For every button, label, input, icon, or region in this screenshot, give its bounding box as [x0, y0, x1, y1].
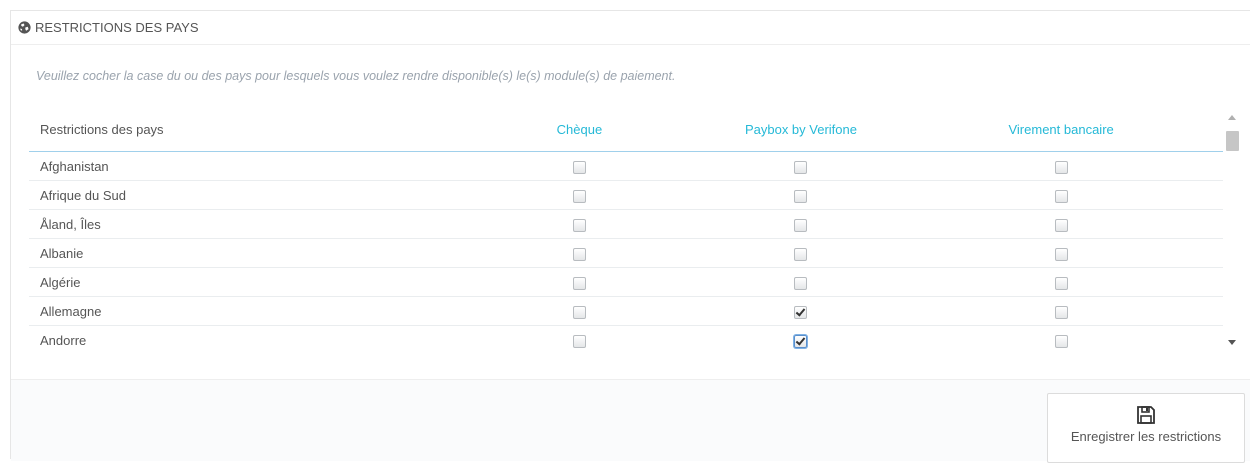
- country-name: Allemagne: [29, 296, 448, 326]
- checkbox-virement[interactable]: [1054, 218, 1068, 232]
- panel-footer: Enregistrer les restrictions: [11, 379, 1250, 463]
- checkbox-cheque[interactable]: [572, 334, 586, 348]
- country-name: Afrique du Sud: [29, 180, 448, 210]
- country-name: Afghanistan: [29, 151, 448, 181]
- panel-heading: RESTRICTIONS DES PAYS: [11, 11, 1250, 45]
- scroll-up-arrow-icon[interactable]: [1228, 115, 1236, 120]
- checkbox-cheque[interactable]: [572, 160, 586, 174]
- checkbox-cheque[interactable]: [572, 305, 586, 319]
- checkbox-virement[interactable]: [1054, 334, 1068, 348]
- country-name: Algérie: [29, 267, 448, 297]
- restrictions-table: Restrictions des pays Chèque Paybox by V…: [29, 107, 1232, 353]
- floppy-disk-icon: [1137, 406, 1155, 424]
- checkbox-virement[interactable]: [1054, 305, 1068, 319]
- checkbox-paybox[interactable]: [794, 276, 808, 290]
- table-row: Allemagne: [29, 296, 1232, 326]
- table-row: Albanie: [29, 238, 1232, 268]
- checkbox-paybox[interactable]: [794, 160, 808, 174]
- table-row: Afghanistan: [29, 151, 1232, 181]
- scroll-down-arrow-icon[interactable]: [1228, 340, 1236, 345]
- table-scrollbar[interactable]: [1223, 107, 1240, 353]
- table-row: Andorre: [29, 325, 1232, 353]
- checkbox-virement[interactable]: [1054, 160, 1068, 174]
- country-name: Albanie: [29, 238, 448, 268]
- checkbox-virement[interactable]: [1054, 276, 1068, 290]
- table-row: Algérie: [29, 267, 1232, 297]
- country-restrictions-panel: RESTRICTIONS DES PAYS Veuillez cocher la…: [10, 10, 1250, 463]
- checkbox-virement[interactable]: [1054, 247, 1068, 261]
- table-row: Afrique du Sud: [29, 180, 1232, 210]
- country-name: Andorre: [29, 325, 448, 353]
- panel-title: RESTRICTIONS DES PAYS: [35, 20, 199, 35]
- column-header-cheque[interactable]: Chèque: [447, 107, 712, 152]
- column-header-country: Restrictions des pays: [29, 107, 448, 152]
- scroll-thumb[interactable]: [1226, 131, 1239, 151]
- checkbox-cheque[interactable]: [572, 247, 586, 261]
- checkbox-paybox[interactable]: [794, 305, 808, 319]
- table-row: Åland, Îles: [29, 209, 1232, 239]
- checkbox-cheque[interactable]: [572, 276, 586, 290]
- save-restrictions-button[interactable]: Enregistrer les restrictions: [1047, 393, 1245, 463]
- help-text: Veuillez cocher la case du ou des pays p…: [36, 69, 676, 83]
- save-button-label: Enregistrer les restrictions: [1070, 429, 1222, 444]
- checkbox-paybox[interactable]: [794, 247, 808, 261]
- restrictions-table-container: Restrictions des pays Chèque Paybox by V…: [29, 107, 1250, 353]
- column-header-paybox[interactable]: Paybox by Verifone: [711, 107, 891, 152]
- checkbox-cheque[interactable]: [572, 218, 586, 232]
- table-header-row: Restrictions des pays Chèque Paybox by V…: [29, 107, 1232, 152]
- country-name: Åland, Îles: [29, 209, 448, 239]
- checkbox-cheque[interactable]: [572, 189, 586, 203]
- checkbox-virement[interactable]: [1054, 189, 1068, 203]
- checkbox-paybox[interactable]: [794, 218, 808, 232]
- checkbox-paybox[interactable]: [794, 189, 808, 203]
- column-header-virement[interactable]: Virement bancaire: [890, 107, 1232, 152]
- checkbox-paybox[interactable]: [794, 334, 808, 348]
- globe-icon: [18, 21, 31, 34]
